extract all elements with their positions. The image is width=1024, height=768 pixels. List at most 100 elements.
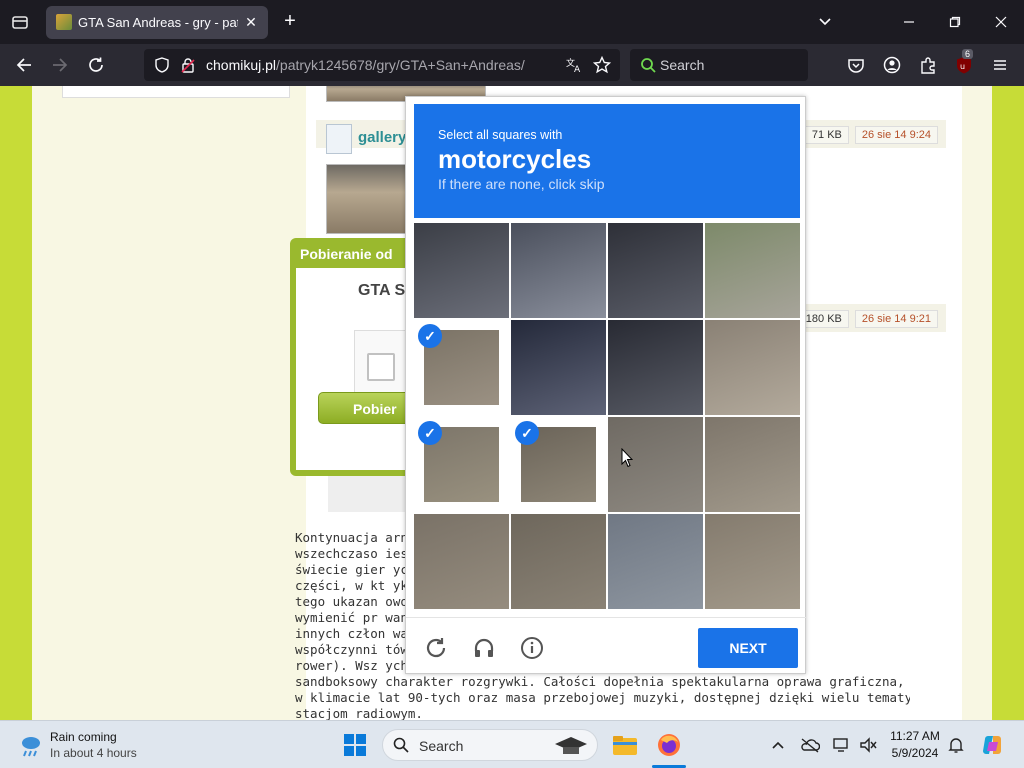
captcha-tile[interactable]: ✓ [511, 417, 606, 512]
clock-time[interactable]: 11:27 AM [886, 729, 944, 743]
extension-badge: 6 [962, 49, 974, 59]
notification-bell-icon[interactable] [946, 735, 966, 755]
captcha-tile[interactable] [414, 223, 509, 318]
taskbar-search-label: Search [419, 738, 464, 754]
taskbar: Rain coming In about 4 hours Search 11:2… [0, 720, 1024, 768]
lock-warning-icon[interactable] [176, 53, 200, 77]
captcha-grid: ✓ ✓ ✓ [414, 223, 800, 609]
captcha-header: Select all squares with motorcycles If t… [414, 104, 800, 218]
close-tab-icon[interactable]: ✕ [242, 13, 260, 31]
search-bar[interactable]: Search [630, 49, 808, 81]
pocket-icon[interactable] [844, 53, 868, 77]
captcha-tile[interactable] [608, 223, 703, 318]
weather-title[interactable]: Rain coming [50, 730, 117, 744]
back-arrow-icon[interactable] [12, 53, 36, 77]
search-placeholder: Search [660, 57, 705, 73]
tab-list-icon[interactable] [8, 10, 32, 34]
captcha-tile-image [511, 223, 606, 318]
new-tab-icon[interactable]: + [280, 11, 300, 31]
captcha-tile-image [608, 223, 703, 318]
rain-cloud-icon[interactable] [18, 733, 44, 759]
file-meta: 71 KB 26 sie 14 9:24 [804, 126, 938, 144]
taskbar-search[interactable]: Search [382, 729, 598, 761]
left-panel [62, 86, 290, 98]
captcha-tile-image [414, 514, 509, 609]
account-icon[interactable] [880, 53, 904, 77]
restore-icon[interactable] [943, 10, 967, 34]
file-date: 26 sie 14 9:21 [854, 310, 938, 328]
captcha-tile[interactable] [608, 514, 703, 609]
captcha-tile[interactable]: ✓ [414, 320, 509, 415]
captcha-tile-image [705, 223, 800, 318]
svg-text:A: A [574, 65, 581, 74]
captcha-instruction: Select all squares with [438, 128, 563, 142]
graduation-cap-icon [555, 737, 587, 754]
checkmark-icon: ✓ [418, 324, 442, 348]
site-favicon-icon [56, 14, 72, 30]
ublock-icon[interactable]: u 6 [952, 49, 976, 77]
extensions-icon[interactable] [916, 53, 940, 77]
speaker-muted-icon[interactable] [858, 735, 878, 755]
reload-icon[interactable] [84, 53, 108, 77]
chevron-up-icon[interactable] [768, 735, 788, 755]
captcha-tile-image [511, 514, 606, 609]
captcha-tile-image [608, 514, 703, 609]
translate-icon[interactable]: 文A [562, 53, 586, 77]
captcha-tile[interactable]: ✓ [414, 417, 509, 512]
captcha-tile[interactable] [511, 320, 606, 415]
info-icon[interactable] [518, 634, 546, 662]
captcha-tile[interactable] [608, 320, 703, 415]
next-button[interactable]: NEXT [698, 628, 798, 668]
close-window-icon[interactable] [989, 10, 1013, 34]
forward-arrow-icon[interactable] [48, 53, 72, 77]
minimize-icon[interactable] [897, 10, 921, 34]
captcha-tile-image [705, 514, 800, 609]
gallery-link[interactable]: gallery [358, 129, 406, 146]
search-icon [393, 737, 409, 753]
menu-icon[interactable] [988, 53, 1012, 77]
audio-challenge-icon[interactable] [470, 634, 498, 662]
article-line: w klimacie lat 90-tych oraz masa przeboj… [295, 690, 910, 705]
captcha-tile-image [705, 417, 800, 512]
captcha-tile[interactable] [705, 514, 800, 609]
windows-start-icon[interactable] [344, 734, 366, 756]
captcha-tile[interactable] [705, 417, 800, 512]
reload-challenge-icon[interactable] [422, 634, 450, 662]
shield-icon[interactable] [150, 53, 174, 77]
tab-title: GTA San Andreas - gry - patryk1245678 [78, 15, 238, 30]
clock-date[interactable]: 5/9/2024 [886, 746, 944, 760]
captcha-tile[interactable] [705, 320, 800, 415]
svg-text:u: u [960, 62, 965, 71]
captcha-tile[interactable] [705, 223, 800, 318]
copilot-icon[interactable] [980, 732, 1006, 758]
weather-subtitle[interactable]: In about 4 hours [50, 746, 137, 760]
network-icon[interactable] [832, 735, 852, 755]
captcha-tile[interactable] [414, 514, 509, 609]
onedrive-off-icon[interactable] [800, 735, 820, 755]
recaptcha-checkbox[interactable] [367, 353, 395, 381]
url-path: /patryk1245678/gry/GTA+San+Andreas/ [276, 57, 525, 73]
image-file-icon [326, 124, 352, 154]
captcha-tile[interactable] [511, 223, 606, 318]
gallery-thumbnail[interactable] [326, 164, 408, 234]
active-tab[interactable]: GTA San Andreas - gry - patryk1245678 ✕ [46, 6, 268, 39]
file-explorer-icon[interactable] [612, 732, 638, 758]
firefox-icon[interactable] [656, 732, 682, 758]
download-button[interactable]: Pobier [318, 392, 408, 424]
tab-bar: GTA San Andreas - gry - patryk1245678 ✕ … [0, 0, 1024, 44]
captcha-footer: NEXT [406, 617, 807, 675]
bookmark-star-icon[interactable] [590, 53, 614, 77]
placeholder-block [328, 476, 408, 512]
captcha-tile[interactable] [511, 514, 606, 609]
url-bar[interactable]: chomikuj.pl/patryk1245678/gry/GTA+San+An… [144, 49, 620, 81]
chevron-down-icon[interactable] [813, 10, 837, 34]
search-engine-icon [636, 53, 660, 77]
file-size: 71 KB [804, 126, 849, 144]
captcha-challenge: Select all squares with motorcycles If t… [405, 96, 807, 675]
captcha-keyword: motorcycles [438, 144, 592, 174]
captcha-hint: If there are none, click skip [438, 176, 605, 192]
url-host: chomikuj.pl [206, 57, 277, 73]
article-line: sandboksowy charakter rozgrywki. Całości… [295, 674, 910, 689]
captcha-tile-image [608, 320, 703, 415]
mouse-cursor-icon [621, 448, 633, 468]
